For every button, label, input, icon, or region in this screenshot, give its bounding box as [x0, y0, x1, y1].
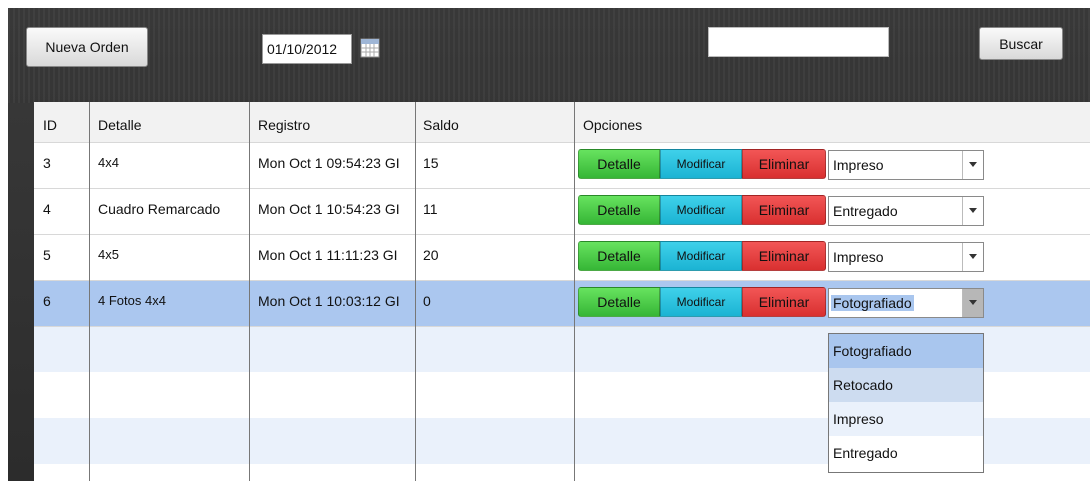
column-header-registro[interactable]: Registro	[258, 117, 310, 133]
modify-button[interactable]: Modificar	[660, 195, 742, 225]
cell-saldo: 11	[423, 201, 438, 217]
search-button[interactable]: Buscar	[979, 27, 1063, 60]
detail-button[interactable]: Detalle	[578, 149, 660, 179]
modify-button[interactable]: Modificar	[660, 149, 742, 179]
column-header-opciones[interactable]: Opciones	[583, 117, 642, 133]
cell-id: 3	[43, 155, 51, 171]
status-select[interactable]: Impreso	[828, 242, 984, 272]
status-select-value: Entregado	[833, 203, 898, 219]
search-input[interactable]	[708, 27, 889, 57]
table-row-selected[interactable]: 6 4 Fotos 4x4 Mon Oct 1 10:03:12 GI 0 De…	[34, 280, 1090, 326]
cell-detalle: 4x5	[98, 247, 119, 262]
divider	[34, 326, 1090, 327]
cell-id: 5	[43, 247, 51, 263]
status-select-value: Impreso	[833, 249, 884, 265]
status-select-value: Impreso	[833, 157, 884, 173]
cell-id: 6	[43, 293, 51, 309]
column-header-detalle[interactable]: Detalle	[98, 117, 142, 133]
new-order-button[interactable]: Nueva Orden	[26, 27, 148, 67]
dropdown-option-fotografiado[interactable]: Fotografiado	[829, 334, 983, 368]
chevron-down-icon[interactable]	[962, 151, 983, 179]
table-row[interactable]: 4 Cuadro Remarcado Mon Oct 1 10:54:23 GI…	[34, 188, 1090, 234]
dropdown-option-impreso[interactable]: Impreso	[829, 402, 983, 436]
dropdown-option-entregado[interactable]: Entregado	[829, 436, 983, 470]
cell-registro: Mon Oct 1 10:03:12 GI	[258, 293, 400, 309]
status-dropdown-list: Fotografiado Retocado Impreso Entregado	[828, 333, 984, 473]
modify-button[interactable]: Modificar	[660, 287, 742, 317]
cell-saldo: 0	[423, 293, 431, 309]
table-row[interactable]: 5 4x5 Mon Oct 1 11:11:23 GI 20 Detalle M…	[34, 234, 1090, 280]
status-select-open[interactable]: Fotografiado	[828, 288, 984, 318]
delete-button[interactable]: Eliminar	[742, 149, 826, 179]
cell-registro: Mon Oct 1 11:11:23 GI	[258, 247, 398, 263]
column-header-saldo[interactable]: Saldo	[423, 117, 459, 133]
table-header	[34, 102, 1090, 142]
table-row[interactable]: 3 4x4 Mon Oct 1 09:54:23 GI 15 Detalle M…	[34, 142, 1090, 188]
detail-button[interactable]: Detalle	[578, 241, 660, 271]
cell-detalle: 4x4	[98, 155, 119, 170]
chevron-down-icon[interactable]	[962, 289, 983, 317]
app-frame: Nueva Orden 01/10/2012 Buscar ID Detalle…	[8, 8, 1090, 481]
cell-detalle: Cuadro Remarcado	[98, 201, 221, 217]
cell-detalle: 4 Fotos 4x4	[98, 293, 166, 308]
chevron-down-icon[interactable]	[962, 243, 983, 271]
delete-button[interactable]: Eliminar	[742, 195, 826, 225]
status-select[interactable]: Impreso	[828, 150, 984, 180]
date-field[interactable]: 01/10/2012	[262, 34, 352, 64]
cell-id: 4	[43, 201, 51, 217]
column-header-id[interactable]: ID	[43, 117, 57, 133]
delete-button[interactable]: Eliminar	[742, 287, 826, 317]
cell-saldo: 15	[423, 155, 439, 171]
detail-button[interactable]: Detalle	[578, 287, 660, 317]
status-select[interactable]: Entregado	[828, 196, 984, 226]
cell-saldo: 20	[423, 247, 439, 263]
delete-button[interactable]: Eliminar	[742, 241, 826, 271]
chevron-down-icon[interactable]	[962, 197, 983, 225]
status-select-value: Fotografiado	[831, 295, 914, 311]
cell-registro: Mon Oct 1 09:54:23 GI	[258, 155, 400, 171]
detail-button[interactable]: Detalle	[578, 195, 660, 225]
dropdown-option-retocado[interactable]: Retocado	[829, 368, 983, 402]
cell-registro: Mon Oct 1 10:54:23 GI	[258, 201, 400, 217]
modify-button[interactable]: Modificar	[660, 241, 742, 271]
calendar-icon[interactable]	[360, 38, 380, 58]
